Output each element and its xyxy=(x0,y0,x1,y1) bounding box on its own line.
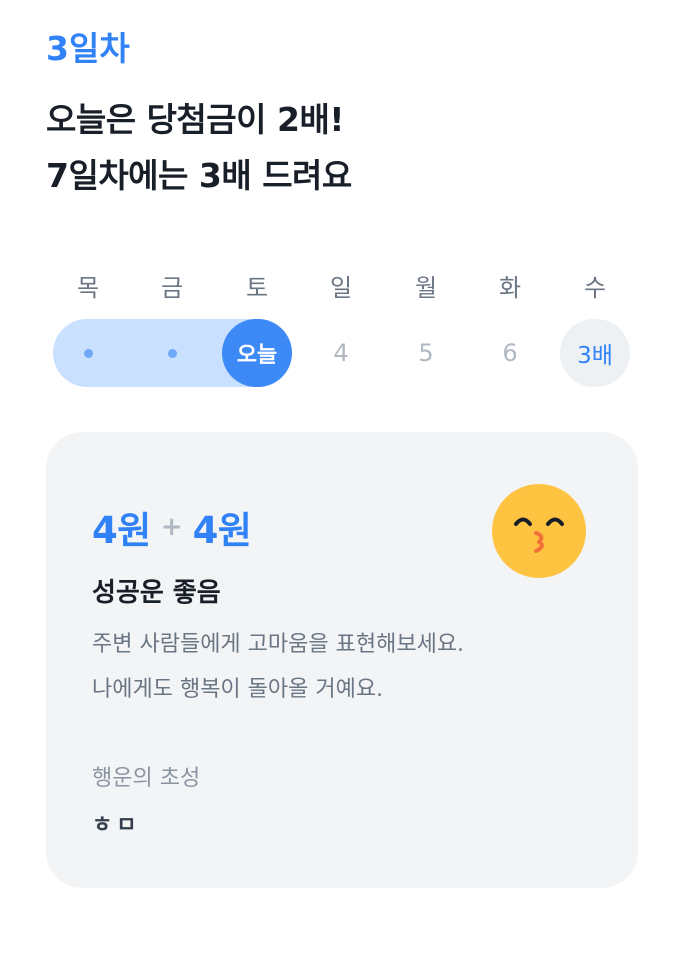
day-cell-future: 4 xyxy=(306,319,376,387)
lucky-initials-label: 행운의 초성 xyxy=(92,766,201,791)
reward-amount-row: 4원 + 4원 xyxy=(92,500,252,554)
day-cell-today: 오늘 xyxy=(222,319,292,387)
weekday-label: 월 xyxy=(414,274,438,302)
weekday-label: 금 xyxy=(160,274,184,302)
bonus-amount: 4원 xyxy=(192,509,252,552)
headline: 오늘은 당첨금이 2배! 7일차에는 3배 드려요 xyxy=(46,92,352,204)
future-day-number: 6 xyxy=(502,339,518,367)
fortune-card[interactable]: 4원 + 4원 성공운 좋음 주변 사람들에게 고마움을 표현해보세요. 나에게… xyxy=(46,432,638,888)
headline-line-2: 7일차에는 3배 드려요 xyxy=(46,156,352,195)
plus-sign: + xyxy=(160,512,183,542)
today-badge: 오늘 xyxy=(222,319,292,387)
fortune-description: 주변 사람들에게 고마움을 표현해보세요. 나에게도 행복이 돌아올 거예요. xyxy=(92,622,464,712)
weekday-label: 토 xyxy=(245,274,269,302)
completed-dot xyxy=(83,348,93,358)
weekday-label: 수 xyxy=(583,274,607,302)
weekday-label: 일 xyxy=(329,274,353,302)
future-day-number: 5 xyxy=(418,339,434,367)
fortune-description-line: 주변 사람들에게 고마움을 표현해보세요. xyxy=(92,632,465,657)
bonus-day-badge: 3배 xyxy=(560,319,630,387)
future-day-number: 4 xyxy=(333,339,349,367)
day-cell-completed xyxy=(53,319,123,387)
attendance-screen: 3일차 오늘은 당첨금이 2배! 7일차에는 3배 드려요 목 금 토 일 월 … xyxy=(0,0,683,960)
base-amount: 4원 xyxy=(92,509,151,552)
kissing-face-icon xyxy=(492,484,586,578)
day-cell-future: 6 xyxy=(475,319,545,387)
completed-dot xyxy=(167,348,177,358)
day-cell-future: 5 xyxy=(391,319,461,387)
weekday-row: 목 금 토 일 월 화 수 xyxy=(46,268,638,304)
day-count-label: 3일차 xyxy=(46,29,130,68)
fortune-title: 성공운 좋음 xyxy=(92,578,221,608)
day-cell-bonus: 3배 xyxy=(560,319,630,387)
fortune-description-line: 나에게도 행복이 돌아올 거예요. xyxy=(92,677,384,702)
weekday-label: 화 xyxy=(498,274,522,302)
weekday-label: 목 xyxy=(76,274,100,302)
headline-line-1: 오늘은 당첨금이 2배! xyxy=(46,100,344,139)
lucky-initials: ㅎㅁ xyxy=(92,813,141,838)
day-cell-completed xyxy=(137,319,207,387)
